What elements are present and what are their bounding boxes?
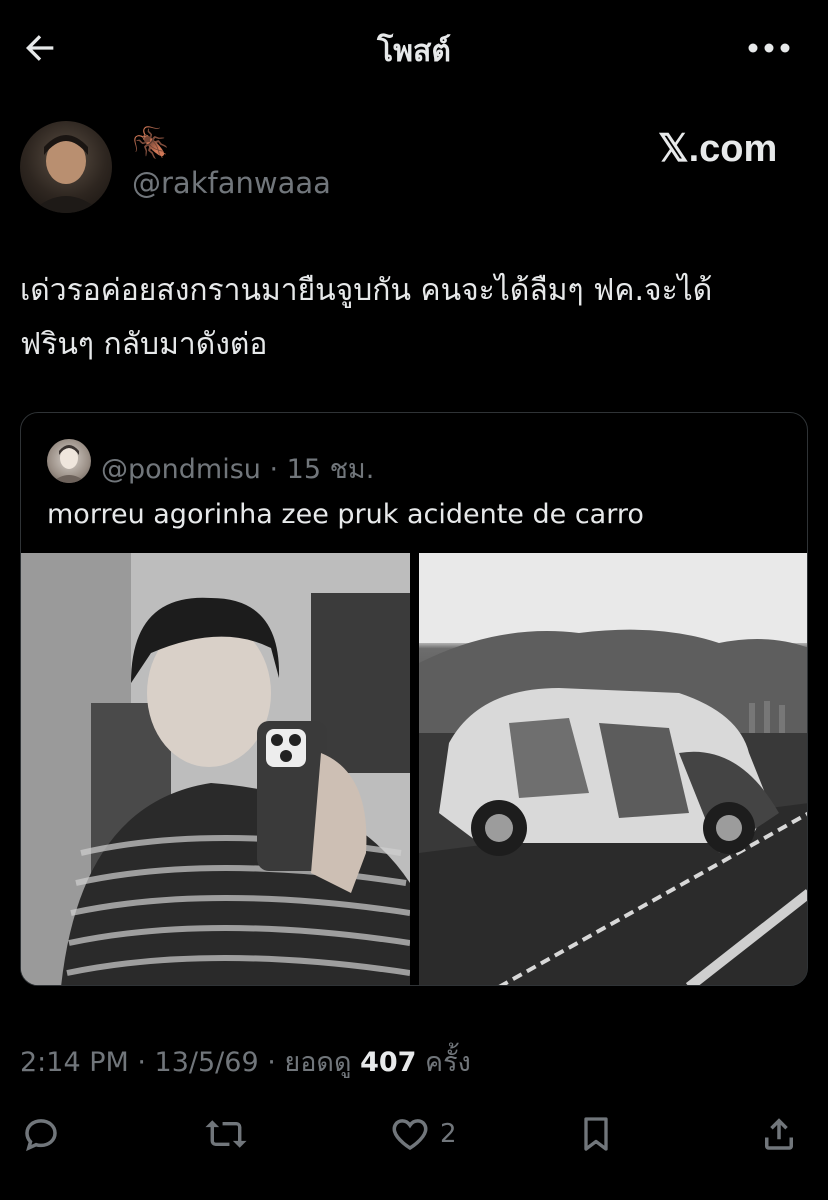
avatar[interactable] (20, 121, 112, 213)
repost-button[interactable] (202, 1108, 250, 1160)
avatar-image (30, 135, 102, 213)
more-button[interactable] (744, 28, 794, 68)
bookmark-icon (584, 1117, 608, 1151)
quote-media-photo[interactable] (21, 553, 410, 985)
quoted-post[interactable]: @pondmisu · 15 ชม. morreu agorinha zee p… (20, 412, 808, 986)
tweet-text-line: เด่วรอค่อยสงกรานมายืนจูบกัน คนจะได้ลืมๆ … (20, 273, 713, 308)
view-count: 407 (360, 1047, 417, 1078)
more-horizontal-icon (748, 43, 790, 53)
view-count-suffix: ครั้ง (416, 1047, 471, 1078)
tweet-text: เด่วรอค่อยสงกรานมายืนจูบกัน คนจะได้ลืมๆ … (20, 264, 820, 372)
x-logo-watermark: 𝕏.com (658, 128, 778, 170)
tweet-text-line: ฟรินๆ กลับมาดังต่อ (20, 327, 268, 362)
quote-text: morreu agorinha zee pruk acidente de car… (47, 499, 644, 530)
bookmark-button[interactable] (576, 1108, 616, 1160)
share-icon (765, 1118, 793, 1150)
user-handle[interactable]: @rakfanwaaa (132, 166, 331, 200)
share-button[interactable] (758, 1108, 800, 1160)
display-name[interactable]: 🪳 (132, 126, 169, 161)
quote-media-photo[interactable] (419, 553, 807, 985)
reply-icon (25, 1119, 57, 1152)
quote-handle-time: @pondmisu · 15 ชม. (101, 454, 375, 485)
reply-button[interactable] (20, 1108, 62, 1160)
repost-icon (205, 1120, 247, 1148)
post-meta: 2:14 PM · 13/5/69 · ยอดดู 407 ครั้ง (20, 1040, 471, 1083)
like-count: 2 (440, 1119, 457, 1149)
post-timestamp: 2:14 PM · 13/5/69 · ยอดดู (20, 1047, 361, 1078)
quote-avatar (47, 439, 91, 483)
page-title: โพสต์ (377, 34, 451, 69)
heart-icon (392, 1119, 428, 1151)
like-button[interactable]: 2 (388, 1108, 457, 1160)
